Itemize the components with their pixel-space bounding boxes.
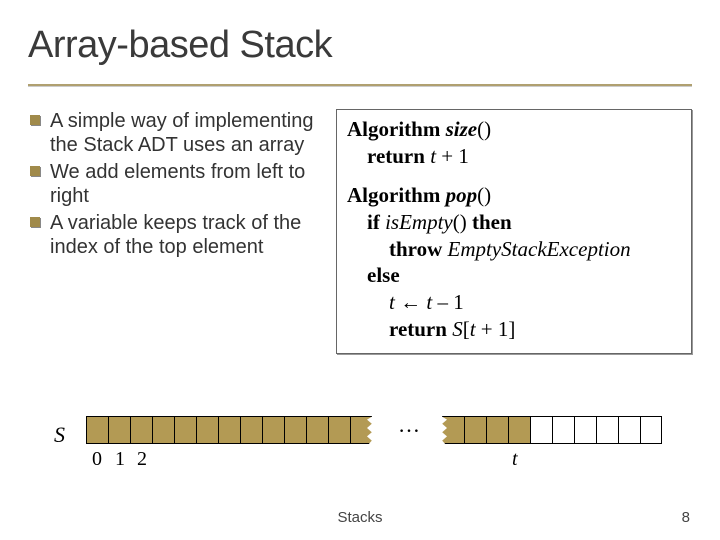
array-cell: [486, 416, 508, 444]
array-cell: [284, 416, 306, 444]
algo-pop-header: Algorithm pop(): [347, 182, 681, 209]
array-cell: [262, 416, 284, 444]
array-cell: [464, 416, 486, 444]
page-number: 8: [682, 509, 690, 526]
keyword-if: if: [367, 210, 380, 234]
title-underline: [28, 84, 692, 87]
fn-size: size: [446, 117, 478, 141]
array-cell: [596, 416, 618, 444]
keyword-algorithm: Algorithm: [347, 117, 440, 141]
algo-return-line: return S[t + 1]: [347, 316, 681, 343]
array-cell: [328, 416, 350, 444]
index-1: 1: [115, 448, 125, 471]
keyword-algorithm: Algorithm: [347, 183, 440, 207]
array-cell: [574, 416, 596, 444]
arrow-icon: ←: [395, 290, 427, 314]
parens: (): [477, 183, 491, 207]
array-cell: [350, 416, 372, 444]
algo-if-line: if isEmpty() then: [347, 209, 681, 236]
array-cell: [130, 416, 152, 444]
footer-title: Stacks: [0, 509, 720, 526]
bullet-item: A variable keeps track of the index of t…: [28, 211, 328, 260]
keyword-throw: throw: [389, 237, 442, 261]
algo-else-line: else: [347, 262, 681, 289]
fn-pop: pop: [446, 183, 478, 207]
array-cell: [218, 416, 240, 444]
index-2: 2: [137, 448, 147, 471]
keyword-return: return: [389, 317, 447, 341]
array-cell: [442, 416, 464, 444]
bullet-item: A simple way of implementing the Stack A…: [28, 109, 328, 158]
array-cell: [640, 416, 662, 444]
expr-minus-one: – 1: [432, 290, 464, 314]
keyword-else: else: [367, 263, 400, 287]
array-cell: [552, 416, 574, 444]
bullet-item: We add elements from left to right: [28, 160, 328, 209]
exception-name: EmptyStackException: [448, 237, 631, 261]
array-cell: [508, 416, 530, 444]
ellipsis-icon: …: [398, 412, 422, 438]
algo-assign-line: t ← t – 1: [347, 289, 681, 316]
array-cell: [240, 416, 262, 444]
parens: (): [453, 210, 467, 234]
array-cell: [86, 416, 108, 444]
keyword-then: then: [472, 210, 512, 234]
slide-title: Array-based Stack: [28, 24, 692, 67]
array-label-s: S: [54, 422, 65, 448]
var-s: S: [452, 317, 463, 341]
keyword-return: return: [367, 144, 425, 168]
algorithm-box: Algorithm size() return t + 1 Algorithm …: [336, 109, 692, 354]
array-cells-left: [86, 416, 372, 444]
array-cell: [108, 416, 130, 444]
algo-throw-line: throw EmptyStackException: [347, 236, 681, 263]
array-diagram: S … 0 1: [62, 412, 672, 478]
array-cell: [530, 416, 552, 444]
parens: (): [477, 117, 491, 141]
array-cell: [174, 416, 196, 444]
index-t: t: [512, 448, 518, 471]
array-cell: [306, 416, 328, 444]
bullet-column: A simple way of implementing the Stack A…: [28, 109, 328, 354]
expr-plus-one: + 1: [436, 144, 469, 168]
array-cell: [196, 416, 218, 444]
bracket-open: [: [463, 317, 470, 341]
array-cell: [618, 416, 640, 444]
algo-size-header: Algorithm size(): [347, 116, 681, 143]
array-cell: [152, 416, 174, 444]
index-0: 0: [92, 448, 102, 471]
fn-isempty: isEmpty: [385, 210, 453, 234]
expr-plus-one-bracket: + 1]: [476, 317, 516, 341]
algo-size-return: return t + 1: [347, 143, 681, 170]
array-cells-right: [442, 416, 662, 444]
